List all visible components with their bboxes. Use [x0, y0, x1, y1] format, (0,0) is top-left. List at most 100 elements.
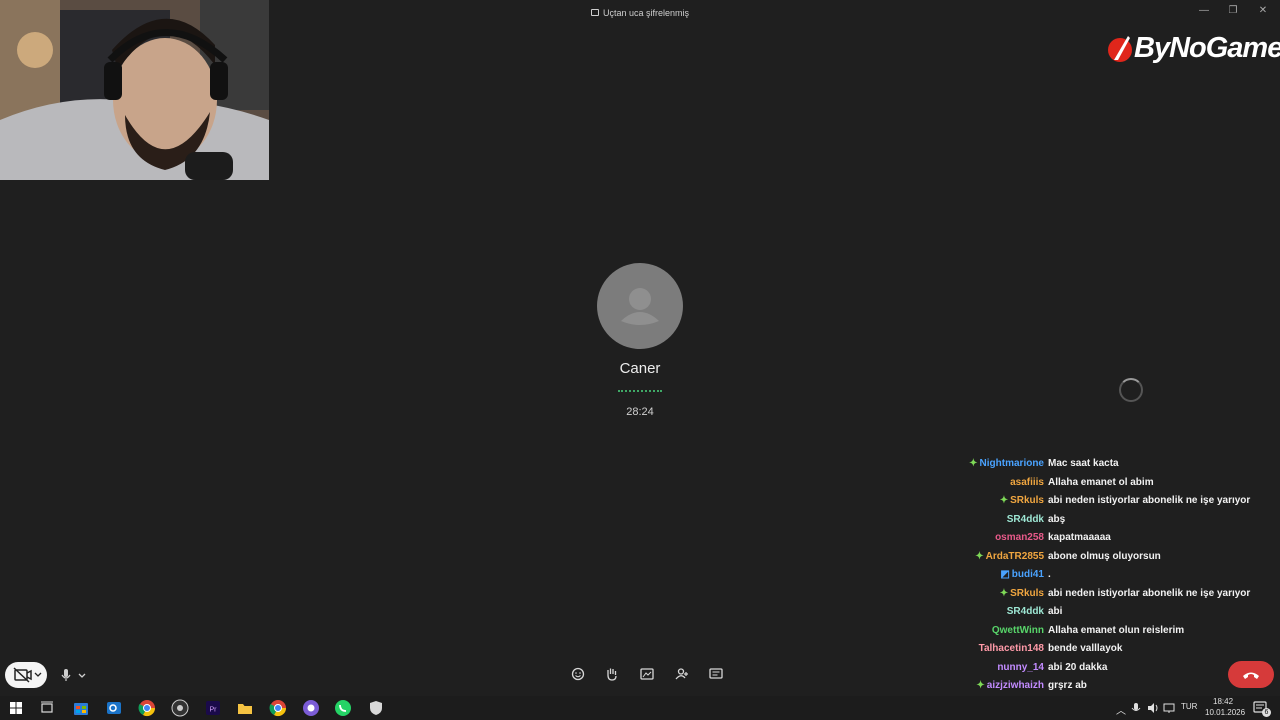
logo-text: ByNoGame [1134, 32, 1280, 64]
chrome-profile-icon[interactable] [268, 698, 288, 718]
chat-message: ✦ ArdaTR2855 abone olmuş oluyorsun [900, 551, 1280, 567]
chat-message: asafiiis Allaha emanet ol abim [900, 477, 1280, 493]
call-window: Uçtan uca şifrelenmiş — ❐ ✕ ByNoGame Can… [0, 0, 1280, 710]
chat-username-text: QwettWinn [991, 624, 1044, 636]
outlook-icon[interactable] [104, 698, 124, 718]
person-icon [621, 288, 659, 325]
chrome-icon[interactable] [137, 698, 157, 718]
chrome-profile-2-icon[interactable] [301, 698, 321, 718]
chat-message-text: kapatmaaaaa [1048, 532, 1111, 543]
chat-message: ✦ SRkuls abi neden istiyorlar abonelik ne … [900, 495, 1280, 511]
chat-message-text: abş [1048, 513, 1066, 525]
obs-icon[interactable] [170, 698, 190, 718]
lock-icon [590, 9, 599, 16]
chat-message: ✦ aizjziwhaizh grşrz ab [900, 680, 1280, 696]
svg-text:Pr: Pr [210, 707, 218, 714]
chat-badge-icon: ✦ [975, 550, 984, 562]
tray-overflow-icon[interactable]: ︿ [1116, 702, 1126, 717]
chat-message-text: grşrz ab [1048, 680, 1087, 691]
whatsapp-icon[interactable] [333, 698, 353, 718]
microphone-icon [61, 669, 86, 681]
chat-message-text: . [1048, 569, 1051, 580]
add-person-icon[interactable] [673, 666, 691, 682]
chat-username: ✦ SRkuls [1000, 588, 1044, 599]
encryption-label: Uçtan uca şifrelenmiş [602, 8, 690, 18]
chat-message: Talhacetin148 bende valllayok [900, 643, 1280, 659]
chat-username: asafiiis [1010, 477, 1044, 488]
chat-username: SR4ddk [1007, 514, 1044, 525]
chat-message: ✦ SRkuls abi neden istiyorlar abonelik ne … [900, 588, 1280, 604]
clock-date[interactable]: 10.01.2026 [1205, 708, 1245, 717]
chat-username: QwettWinn [992, 625, 1044, 636]
hang-up-icon [1243, 672, 1259, 679]
chat-username: nunny_14 [997, 662, 1044, 673]
chat-message: osman258 kapatmaaaaa [900, 532, 1280, 548]
chat-username-text: SRkuls [1010, 587, 1044, 599]
tray-microphone-icon[interactable] [1128, 698, 1144, 718]
app-shield-icon[interactable] [366, 698, 386, 718]
chat-username: Talhacetin148 [979, 643, 1044, 654]
webcam-image [0, 0, 269, 180]
chat-username: osman258 [995, 532, 1044, 543]
chat-badge-icon: ◩ [1000, 569, 1010, 580]
volume-icon[interactable] [1145, 698, 1161, 718]
chat-icon[interactable] [707, 666, 725, 682]
chat-username-text: asafiiis [1010, 476, 1044, 488]
chat-username-text: Nightmarione [979, 458, 1044, 469]
maximize-button[interactable]: ❐ [1222, 4, 1244, 18]
notification-count-badge: 6 [1262, 708, 1271, 717]
chat-message: ◩ budi41. [900, 569, 1280, 585]
chat-username: ◩ budi41 [1000, 569, 1044, 580]
raise-hand-icon[interactable] [603, 666, 621, 682]
chat-username-text: osman258 [995, 532, 1044, 543]
chat-username-text: SR4ddk [1006, 606, 1044, 617]
task-view-icon[interactable] [37, 698, 57, 718]
chat-message: SR4ddk abi [900, 606, 1280, 622]
chat-message-text: Allaha emanet olun reislerim [1048, 624, 1185, 636]
connection-indicator [618, 390, 662, 392]
webcam-overlay [0, 0, 269, 180]
chat-username-text: nunny_14 [997, 661, 1044, 673]
chat-message-text: abi neden istiyorlar abonelik ne işe yar… [1048, 587, 1251, 599]
end-call-button[interactable] [1228, 661, 1274, 688]
call-timer: 28:24 [626, 406, 654, 418]
windows-start-icon[interactable] [6, 698, 26, 718]
camera-toggle-button[interactable] [5, 662, 47, 688]
chat-message-text: Allaha emanet ol abim [1048, 476, 1154, 488]
language-indicator[interactable]: TUR [1181, 702, 1197, 711]
chat-message-text: abi [1048, 606, 1063, 617]
chat-username-text: budi41 [1011, 569, 1044, 580]
microsoft-store-icon[interactable] [71, 698, 91, 718]
callee-name: Caner [619, 360, 661, 377]
chat-message-text: abi neden istiyorlar abonelik ne işe yar… [1048, 495, 1251, 506]
chat-message-text: abone olmuş oluyorsun [1048, 550, 1161, 562]
chat-badge-icon: ✦ [969, 458, 978, 469]
file-explorer-icon[interactable] [235, 698, 255, 718]
chat-message: nunny_14 abi 20 dakka [900, 662, 1280, 678]
chat-message: QwettWinn Allaha emanet olun reislerim [900, 625, 1280, 641]
premiere-pro-icon[interactable]: Pr [203, 698, 223, 718]
camera-off-icon [13, 667, 42, 683]
close-button[interactable]: ✕ [1252, 4, 1274, 18]
chat-badge-icon: ✦ [999, 587, 1009, 599]
chat-username: ✦ Nightmarione [969, 458, 1044, 469]
network-icon[interactable] [1161, 698, 1177, 718]
microphone-button[interactable] [58, 664, 98, 686]
loading-spinner-icon [1119, 378, 1143, 402]
chat-username-text: Talhacetin148 [978, 643, 1044, 654]
windows-taskbar: Pr ︿ TUR 18:42 10.01.2026 6 [0, 696, 1280, 720]
callee-avatar [597, 263, 683, 349]
chat-message-text: Mac saat kacta [1048, 458, 1119, 469]
minimize-button[interactable]: — [1193, 4, 1215, 18]
bynogame-logo: ByNoGame [1106, 30, 1280, 70]
chat-message-text: abi 20 dakka [1048, 661, 1108, 673]
chat-message-text: bende valllayok [1048, 643, 1123, 654]
chat-username: ✦ ArdaTR2855 [975, 551, 1044, 562]
emoji-reaction-icon[interactable] [569, 666, 587, 682]
chat-username-text: aizjziwhaizh [986, 680, 1044, 691]
chat-username-text: SR4ddk [1006, 513, 1044, 525]
screen-share-icon[interactable] [638, 666, 656, 682]
chat-username-text: SRkuls [1010, 495, 1044, 506]
clock-time[interactable]: 18:42 [1213, 697, 1233, 706]
chat-message: SR4ddk abş [900, 514, 1280, 530]
